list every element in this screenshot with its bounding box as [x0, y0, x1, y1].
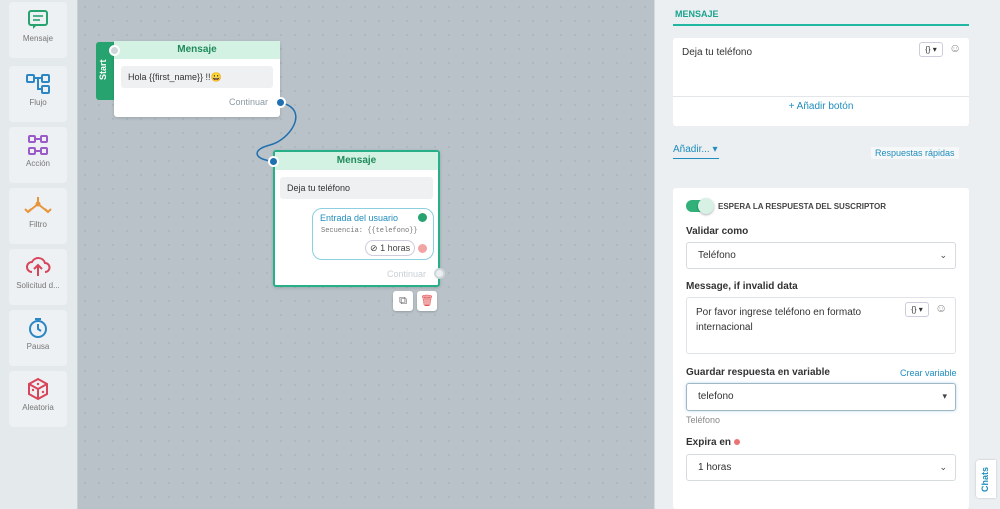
chevron-down-icon: ⌄	[939, 250, 947, 260]
timeout-label: 1 horas	[380, 243, 411, 253]
input-port[interactable]	[109, 45, 120, 56]
chevron-down-icon: ⌄	[939, 462, 947, 472]
node-title: Mensaje	[275, 152, 438, 170]
continue-label: Continuar	[228, 97, 268, 107]
caret-down-icon: ▾	[942, 391, 947, 401]
chats-tab[interactable]: Chats	[976, 460, 996, 498]
node-title: Mensaje	[114, 41, 280, 59]
expires-label: Expira en	[686, 437, 740, 448]
add-button-link[interactable]: + Añadir botón	[673, 101, 969, 112]
message-node-1[interactable]: Mensaje Hola {{first_name}} !!😀 Continua…	[114, 41, 280, 117]
add-menu-dropdown[interactable]: Añadir... ▾	[673, 144, 718, 155]
validate-label: Validar como	[686, 226, 749, 237]
output-port[interactable]	[275, 97, 286, 108]
continue-label: Continuar	[386, 269, 426, 279]
message-node-2[interactable]: Mensaje Deja tu teléfono Entrada del usu…	[273, 150, 440, 287]
variable-value: telefono	[698, 391, 734, 402]
required-dot	[733, 439, 740, 445]
expires-value: 1 horas	[698, 462, 732, 473]
input-timeout-port[interactable]	[418, 244, 427, 253]
wait-response-toggle[interactable]	[686, 198, 714, 214]
add-menu-label: Añadir...	[673, 144, 710, 155]
node-message[interactable]: Hola {{first_name}} !!😀	[121, 66, 273, 88]
create-variable-link[interactable]: Crear variable	[900, 368, 957, 378]
variable-select[interactable]: telefono ▾	[686, 383, 956, 411]
emoji-icon[interactable]: ☺	[935, 301, 947, 315]
caret-down-icon: ▾	[712, 144, 718, 155]
validate-value: Teléfono	[698, 250, 736, 261]
divider	[673, 96, 969, 97]
quick-replies-button[interactable]: Respuestas rápidas	[871, 147, 959, 159]
properties-panel: MENSAJE Deja tu teléfono {} ▾ ☺ + Añadir…	[654, 0, 1000, 509]
save-variable-label: Guardar respuesta en variable	[686, 367, 830, 378]
timeout-chip[interactable]: ⊘ 1 horas	[365, 240, 415, 256]
variables-icon[interactable]: {} ▾	[919, 42, 943, 57]
section-divider	[673, 24, 969, 26]
copy-icon[interactable]: ⧉	[393, 291, 413, 311]
message-editor: Deja tu teléfono {} ▾ ☺ + Añadir botón	[673, 38, 969, 126]
node-message[interactable]: Deja tu teléfono	[280, 177, 433, 199]
input-title: Entrada del usuario	[320, 213, 399, 223]
input-port[interactable]	[268, 156, 279, 167]
invalid-data-label: Message, if invalid data	[686, 281, 798, 292]
sequence-text: Secuencia: {{telefono}}	[321, 227, 418, 235]
expires-label-text: Expira en	[686, 437, 732, 448]
user-input-block[interactable]: Entrada del usuario Secuencia: {{telefon…	[312, 208, 434, 260]
expires-select[interactable]: 1 horas ⌄	[686, 454, 956, 481]
section-title: MENSAJE	[675, 9, 719, 19]
input-success-port[interactable]	[418, 213, 427, 222]
add-menu-underline	[673, 158, 719, 159]
output-port[interactable]	[434, 268, 445, 279]
block-icon: ⊘	[370, 243, 378, 253]
variable-hint: Teléfono	[686, 415, 721, 425]
validate-select[interactable]: Teléfono ⌄	[686, 242, 956, 269]
emoji-icon[interactable]: ☺	[949, 41, 961, 55]
trash-icon[interactable]: 🗑	[417, 291, 437, 311]
wait-response-title: ESPERA LA RESPUESTA DEL SUSCRIPTOR	[718, 202, 887, 211]
variables-icon[interactable]: {} ▾	[905, 302, 929, 317]
